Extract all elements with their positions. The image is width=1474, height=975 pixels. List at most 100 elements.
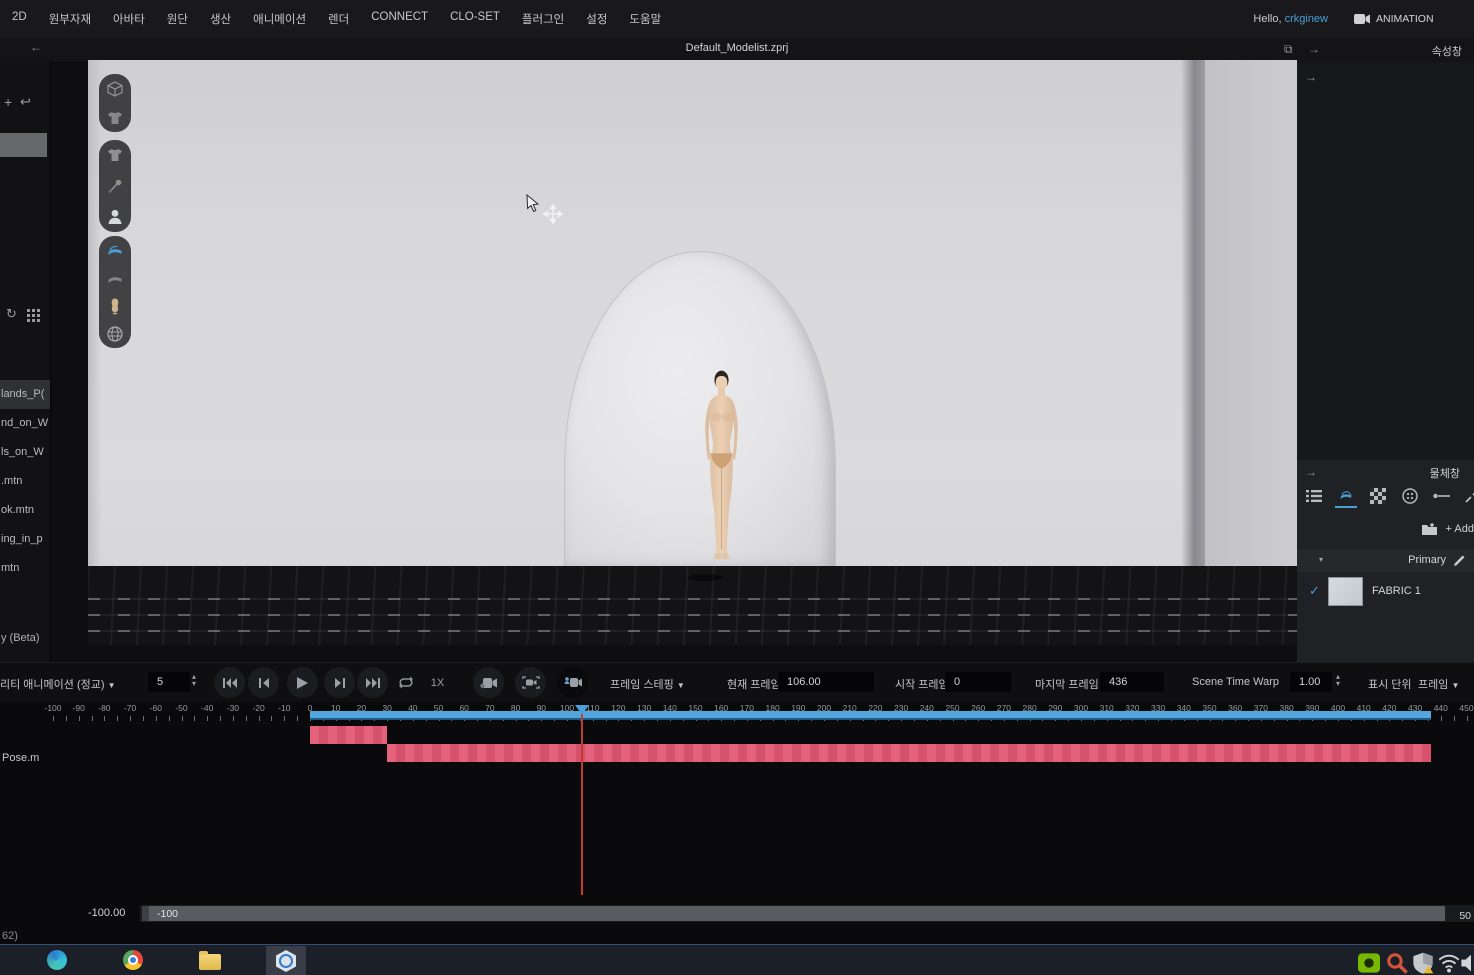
show-3d-box-icon[interactable] [105,79,125,99]
nvidia-tray-icon[interactable] [1358,952,1380,974]
edge-icon[interactable] [47,950,69,972]
panel-arrow-icon[interactable]: → [1305,465,1317,479]
tab-button[interactable] [1399,485,1421,507]
record-avatar-button[interactable] [557,667,588,698]
garment-icon[interactable] [105,145,125,165]
refresh-icon[interactable]: ↻ [6,306,17,322]
menu-item-1[interactable]: 원부자재 [49,11,91,27]
go-to-start-button[interactable] [214,667,245,698]
back-arrow-icon[interactable]: ← [30,40,42,54]
step-forward-button[interactable] [324,667,355,698]
play-button[interactable] [287,667,318,698]
fabric-group-row[interactable]: ▾ Primary [1297,550,1474,572]
display-unit-dropdown[interactable]: 프레임 ▼ [1418,676,1459,692]
tab-stitch[interactable] [1463,485,1474,507]
globe-icon[interactable] [105,324,125,344]
clo-app-active-slot[interactable] [266,946,306,975]
wifi-tray-icon[interactable] [1438,952,1460,974]
mannequin-icon[interactable] [105,296,125,316]
fabric-item-row[interactable]: ✓ FABRIC 1 [1297,574,1474,608]
sidebar-selected-slot[interactable] [0,133,47,157]
sidebar-file-4[interactable]: ok.mtn [0,496,50,525]
timeline[interactable]: -100-90-80-70-60-50-40-30-20-10010203040… [0,702,1474,902]
sidebar-file-3[interactable]: .mtn [0,467,50,496]
document-tab[interactable]: Default_Modelist.zprj [686,42,789,54]
menu-item-7[interactable]: CONNECT [371,11,428,27]
undo-arrow-icon[interactable]: ↩ [20,94,31,110]
chrome-icon[interactable] [123,950,145,972]
edit-pencil-icon[interactable] [1453,554,1466,567]
properties-panel-label[interactable]: 속성창 [1432,43,1462,59]
file-explorer-icon[interactable] [199,950,221,972]
search-tray-icon[interactable] [1386,952,1408,974]
quality-spinner[interactable]: ▴▾ [192,673,196,687]
menu-item-9[interactable]: 플러그인 [522,11,564,27]
scene-time-warp-input[interactable]: 1.00 [1290,672,1332,692]
tab-topstitch[interactable] [1431,485,1453,507]
fabric-flat-icon[interactable] [105,268,125,288]
collapse-right-icon[interactable]: → [1308,42,1320,56]
loop-button[interactable] [390,667,421,698]
record-turntable-button[interactable] [473,667,504,698]
sidebar-file-1[interactable]: nd_on_W [0,409,50,438]
timeline-clip-1[interactable] [310,726,387,744]
menu-item-11[interactable]: 도움말 [629,11,661,27]
clo-app-icon[interactable] [276,950,298,972]
last-frame-input[interactable]: 436 [1100,672,1164,692]
tab-fabric[interactable] [1335,484,1357,508]
scrollbar-thumb[interactable]: -100 [142,906,1445,921]
timeline-range-bar[interactable] [310,711,1431,720]
menu-item-5[interactable]: 애니메이션 [253,11,306,27]
warp-spinner[interactable]: ▴▾ [1336,673,1340,687]
timeline-scrollbar[interactable]: -100 50 [140,905,1474,922]
username-link[interactable]: crkginew [1285,13,1328,25]
menu-item-10[interactable]: 설정 [586,11,607,27]
quality-dropdown[interactable]: 리티 애니메이션 (정교) ▼ [0,676,116,692]
fabric-texture-icon[interactable] [105,240,125,260]
menu-item-0[interactable]: 2D [12,11,27,27]
beta-item-label[interactable]: y (Beta) [1,632,40,644]
menu-item-2[interactable]: 아바타 [113,11,145,27]
timeline-clip-2[interactable] [387,744,1430,762]
float-window-icon[interactable]: ⧉ [1284,42,1293,57]
record-viewport-button[interactable] [515,667,546,698]
add-fabric-button[interactable]: + Add [1446,523,1474,535]
defender-tray-icon[interactable] [1412,952,1434,974]
avatar-model[interactable] [695,361,748,579]
start-frame-input[interactable]: 0 [945,672,1011,692]
viewport-3d[interactable] [88,60,1297,645]
add-icon[interactable]: + [4,94,12,110]
avatar-show-icon[interactable] [105,207,125,227]
menu-item-6[interactable]: 렌더 [328,11,349,27]
quality-value-input[interactable]: 5 [148,672,190,692]
ruler-label: -10 [278,703,290,713]
animation-mode-indicator[interactable]: ANIMATION [1354,13,1474,25]
ruler-tick [259,716,260,721]
fabric-group-label: Primary [1408,554,1446,566]
current-frame-input[interactable]: 106.00 [778,672,874,692]
frame-stepping-dropdown[interactable]: 프레임 스테핑 ▼ [610,676,685,692]
volume-tray-icon[interactable] [1460,952,1474,974]
sidebar-file-2[interactable]: ls_on_W [0,438,50,467]
sidebar-file-0[interactable]: lands_P( [0,380,50,409]
speed-button[interactable]: 1X [422,667,453,698]
collapse-triangle-icon[interactable]: ▾ [1319,555,1323,564]
menu-item-3[interactable]: 원단 [167,11,188,27]
checkmark-icon[interactable]: ✓ [1309,583,1320,599]
tab-scene-list[interactable] [1303,485,1325,507]
tab-pattern[interactable] [1367,485,1389,507]
scrollbar-left-cap[interactable] [142,906,149,921]
grid-view-icon[interactable] [27,309,40,322]
show-garment-icon[interactable] [105,108,125,128]
go-to-end-button[interactable] [357,667,388,698]
fabric-swatch[interactable] [1328,577,1363,606]
import-folder-icon[interactable] [1421,522,1438,536]
step-back-button[interactable] [248,667,279,698]
menu-item-8[interactable]: CLO-SET [450,11,500,27]
menu-item-4[interactable]: 생산 [210,11,231,27]
sidebar-file-6[interactable]: mtn [0,554,50,583]
playhead-handle[interactable] [575,705,589,715]
sidebar-file-5[interactable]: ing_in_p [0,525,50,554]
pin-icon[interactable] [105,176,125,196]
expand-panel-icon[interactable]: → [1305,70,1317,84]
